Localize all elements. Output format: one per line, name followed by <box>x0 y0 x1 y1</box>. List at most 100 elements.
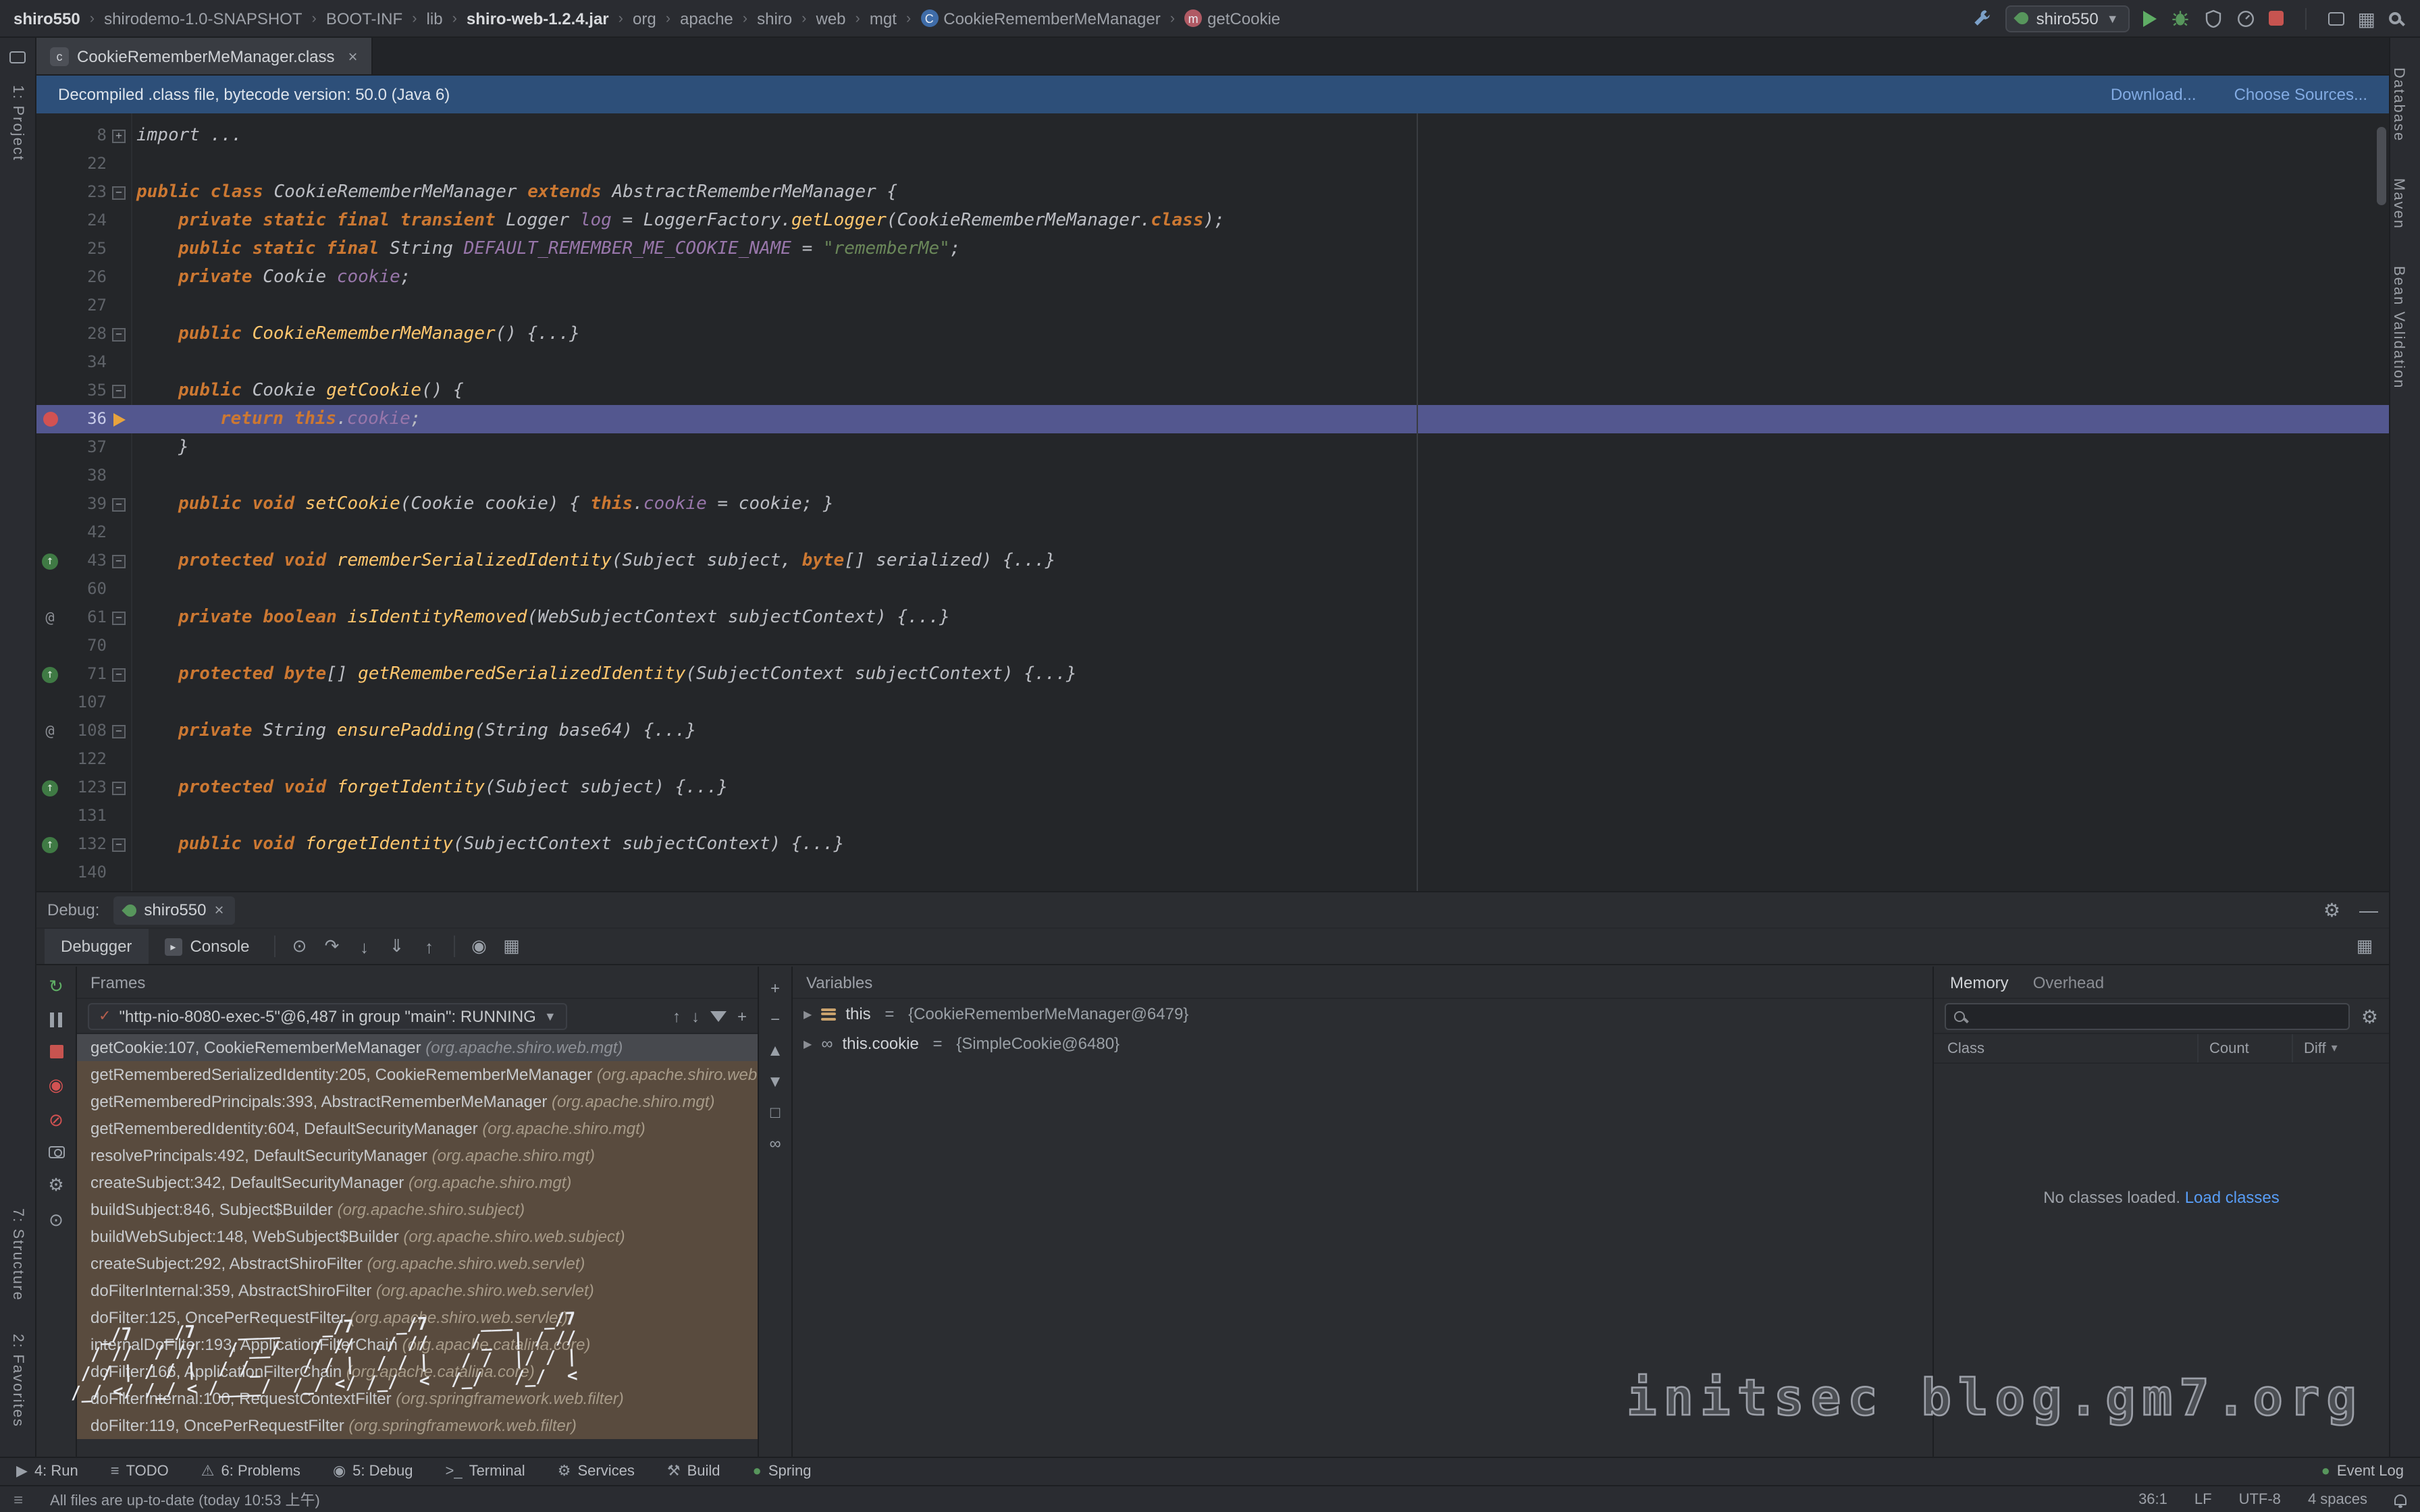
breadcrumb-item-boot-inf[interactable]: BOOT-INF <box>326 9 402 28</box>
screen-share-icon[interactable]: ▦ <box>2358 9 2375 28</box>
memory-tab-overhead[interactable]: Overhead <box>2033 973 2104 992</box>
settings-gear-icon[interactable]: ⚙ <box>2361 1006 2378 1025</box>
debug-session-tab[interactable]: shiro550 × <box>113 896 234 924</box>
show-execution-point-icon[interactable]: ⊙ <box>284 936 316 957</box>
move-up-icon[interactable]: ▲ <box>767 1042 783 1058</box>
expand-chevron-icon[interactable]: ▶ <box>804 1037 812 1050</box>
memory-column-count[interactable]: Count <box>2197 1034 2292 1062</box>
frame-row[interactable]: resolvePrincipals:492, DefaultSecurityMa… <box>77 1142 758 1169</box>
step-out-icon[interactable]: ↑ <box>413 936 446 956</box>
fold-toggle-icon[interactable]: − <box>112 384 126 398</box>
infinity-icon[interactable]: ∞ <box>769 1135 781 1152</box>
minimize-icon[interactable]: — <box>2359 900 2378 919</box>
breakpoint-icon[interactable] <box>43 412 57 427</box>
run-button[interactable] <box>2143 10 2157 26</box>
line-number[interactable]: 123 <box>63 774 107 802</box>
frame-row[interactable]: getCookie:107, CookieRememberMeManager (… <box>77 1034 758 1061</box>
stop-button[interactable] <box>2269 11 2284 26</box>
close-session-icon[interactable]: × <box>214 900 223 919</box>
pause-icon[interactable] <box>50 1013 62 1027</box>
line-number[interactable]: 8 <box>63 122 107 150</box>
frame-row[interactable]: doFilter:125, OncePerRequestFilter (org.… <box>77 1304 758 1331</box>
stripe-button-maven[interactable]: Maven <box>2390 178 2406 230</box>
thread-selector[interactable]: ✓ "http-nio-8080-exec-5"@6,487 in group … <box>88 1002 567 1029</box>
line-number[interactable]: 60 <box>63 575 107 603</box>
fold-toggle-icon[interactable]: − <box>112 497 126 511</box>
frame-row[interactable]: createSubject:342, DefaultSecurityManage… <box>77 1169 758 1196</box>
breadcrumb-item-org[interactable]: org <box>633 9 656 28</box>
toolwindow-button-todo[interactable]: ≡TODO <box>111 1463 169 1480</box>
debugger-tab-console[interactable]: ▸Console <box>148 929 265 964</box>
memory-tab-memory[interactable]: Memory <box>1950 973 2009 992</box>
toolwindow-switcher-icon[interactable]: ≡ <box>14 1490 23 1509</box>
next-frame-icon[interactable]: ↓ <box>691 1006 700 1025</box>
breadcrumb-item-lib[interactable]: lib <box>427 9 443 28</box>
choose-sources-link[interactable]: Choose Sources... <box>2234 85 2367 104</box>
stop-icon[interactable] <box>49 1045 63 1058</box>
line-number[interactable]: 70 <box>63 632 107 660</box>
override-marker-icon[interactable]: ↑ <box>42 780 58 796</box>
line-number[interactable]: 132 <box>63 830 107 859</box>
run-configuration-select[interactable]: shiro550 ▼ <box>2005 5 2130 32</box>
coverage-shield-icon[interactable] <box>2204 9 2223 28</box>
view-breakpoints-icon[interactable]: ◉ <box>463 936 496 957</box>
screenshot-icon[interactable] <box>48 1146 64 1158</box>
stripe-button-database[interactable]: Database <box>2390 68 2406 142</box>
hide-library-frames-icon[interactable] <box>710 1010 727 1021</box>
caret-position[interactable]: 36:1 <box>2138 1491 2167 1507</box>
step-into-icon[interactable]: ↓ <box>348 936 381 956</box>
variable-row[interactable]: ▶∞this.cookie = {SimpleCookie@6480} <box>793 1029 1932 1058</box>
rerun-icon[interactable]: ↻ <box>49 977 63 995</box>
add-icon[interactable]: + <box>770 980 780 996</box>
fold-toggle-icon[interactable]: − <box>112 781 126 794</box>
line-number[interactable]: 23 <box>63 178 107 207</box>
settings-gear-icon[interactable]: ⚙ <box>48 1176 63 1193</box>
stripe-button-1-project[interactable]: 1: Project <box>9 85 26 161</box>
line-number[interactable]: 24 <box>63 207 107 235</box>
force-step-into-icon[interactable]: ⇓ <box>381 936 413 957</box>
frame-row[interactable]: buildWebSubject:148, WebSubject$Builder … <box>77 1223 758 1250</box>
mute-breakpoints-icon[interactable]: ⊘ <box>49 1111 63 1129</box>
toolwindow-button-event-log[interactable]: ● Event Log <box>2321 1463 2404 1480</box>
frame-row[interactable]: doFilterInternal:359, AbstractShiroFilte… <box>77 1277 758 1304</box>
fold-toggle-icon[interactable]: + <box>112 129 126 142</box>
line-number[interactable]: 122 <box>63 745 107 774</box>
fold-toggle-icon[interactable]: − <box>112 327 126 341</box>
variable-row[interactable]: ▶this = {CookieRememberMeManager@6479} <box>793 999 1932 1029</box>
load-classes-link[interactable]: Load classes <box>2185 1188 2280 1207</box>
breadcrumb-item-shiro-web-1-2-4-jar[interactable]: shiro-web-1.2.4.jar <box>467 9 609 28</box>
toolwindow-button-4-run[interactable]: ▶4: Run <box>16 1463 78 1480</box>
toolwindow-button-5-debug[interactable]: ◉5: Debug <box>333 1463 413 1480</box>
breadcrumb-item-web[interactable]: web <box>816 9 846 28</box>
override-marker-icon[interactable]: ↑ <box>42 553 58 569</box>
frame-row[interactable]: doFilterInternal:100, RequestContextFilt… <box>77 1385 758 1412</box>
evaluate-expression-icon[interactable]: ▦ <box>496 936 528 957</box>
line-number[interactable]: 38 <box>63 462 107 490</box>
line-number[interactable]: 42 <box>63 518 107 547</box>
memory-column-diff[interactable]: Diff▾ <box>2292 1034 2389 1062</box>
line-number[interactable]: 28 <box>63 320 107 348</box>
toolwindow-button-spring[interactable]: ●Spring <box>753 1463 812 1480</box>
breadcrumb-item-shirodemo-1-0-snapshot[interactable]: shirodemo-1.0-SNAPSHOT <box>104 9 302 28</box>
fold-toggle-icon[interactable]: − <box>112 186 126 199</box>
debug-bug-icon[interactable] <box>2170 8 2190 28</box>
line-number[interactable]: 71 <box>63 660 107 688</box>
breadcrumb-item-shiro550[interactable]: shiro550 <box>14 9 80 28</box>
toolwindow-button-terminal[interactable]: >_Terminal <box>445 1463 525 1480</box>
fold-toggle-icon[interactable]: − <box>112 724 126 738</box>
breadcrumb-item-cookieremembermemanager[interactable]: CCookieRememberMeManager <box>920 9 1160 28</box>
expand-chevron-icon[interactable]: ▶ <box>804 1008 812 1020</box>
breadcrumb-item-apache[interactable]: apache <box>680 9 733 28</box>
frame-row[interactable]: createSubject:292, AbstractShiroFilter (… <box>77 1250 758 1277</box>
toolwindow-button-services[interactable]: ⚙Services <box>558 1463 635 1480</box>
stripe-button-7-structure[interactable]: 7: Structure <box>9 1208 26 1301</box>
wrench-icon[interactable] <box>1972 8 1992 28</box>
settings-gear-icon[interactable]: ⚙ <box>2323 900 2340 919</box>
editor-scrollbar[interactable] <box>2377 127 2386 205</box>
add-icon[interactable]: + <box>737 1006 747 1025</box>
debugger-tab-debugger[interactable]: Debugger <box>45 929 148 964</box>
line-number[interactable]: 131 <box>63 802 107 830</box>
frame-row[interactable]: getRememberedIdentity:604, DefaultSecuri… <box>77 1115 758 1142</box>
step-over-icon[interactable]: ↷ <box>316 936 348 957</box>
line-number[interactable]: 22 <box>63 150 107 178</box>
